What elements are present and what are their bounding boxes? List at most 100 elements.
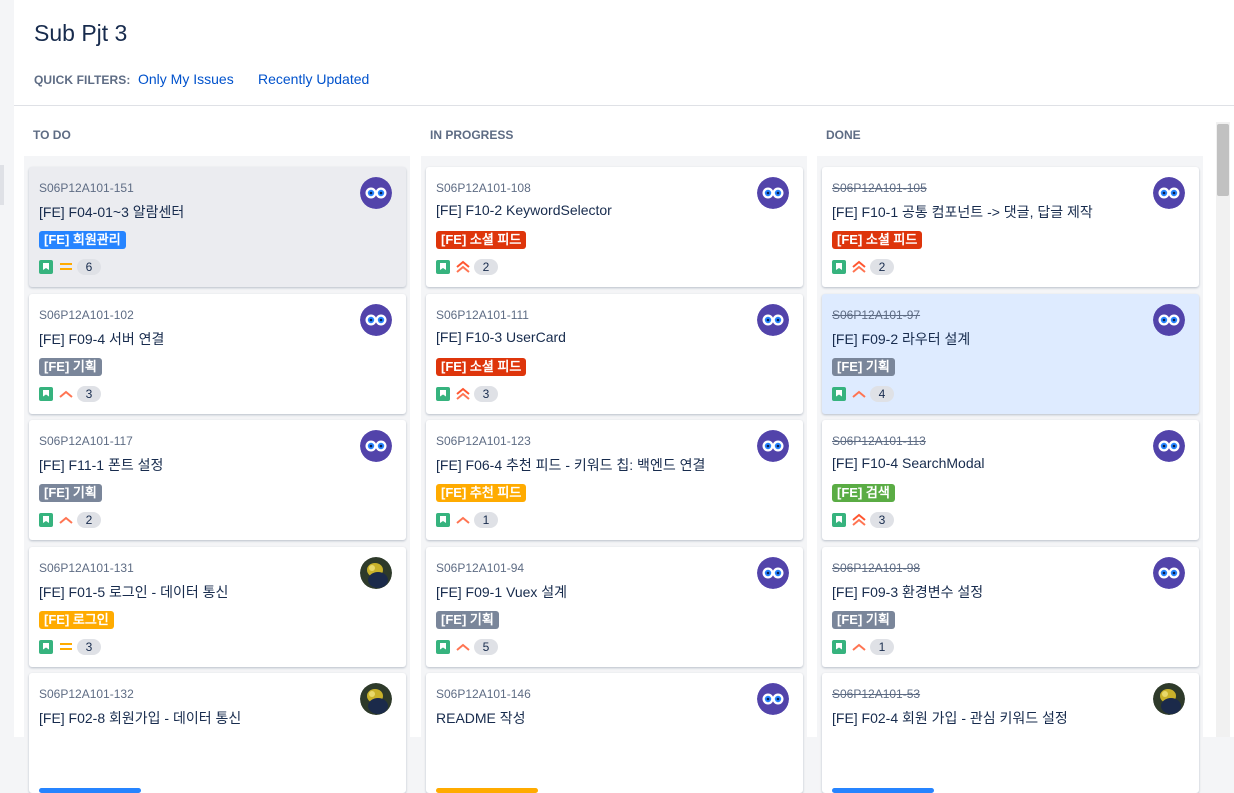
story-icon	[39, 260, 53, 274]
issue-summary: [FE] F04-01~3 알람센터	[39, 204, 185, 220]
owl-avatar-icon[interactable]	[360, 430, 392, 462]
column-title-in-progress: IN PROGRESS	[430, 128, 514, 142]
issue-card[interactable]: S06P12A101-132 [FE] F02-8 회원가입 - 데이터 통신	[29, 673, 406, 793]
story-icon	[39, 386, 53, 401]
scroll-thumb[interactable]	[1217, 124, 1229, 196]
priority-high-icon	[851, 386, 867, 402]
issue-card[interactable]: S06P12A101-98 [FE] F09-3 환경변수 설정 [FE] 기획 1	[822, 546, 1199, 667]
owl-avatar-icon[interactable]	[757, 683, 789, 715]
issue-key[interactable]: S06P12A101-113	[832, 434, 926, 448]
issue-card[interactable]: S06P12A101-97 [FE] F09-2 라우터 설계 [FE] 기획 4	[822, 293, 1199, 414]
issue-meta: 2	[436, 259, 498, 275]
column-done: S06P12A101-105 [FE] F10-1 공통 컴포넌트 -> 댓글, …	[817, 156, 1203, 793]
issue-meta: 1	[832, 638, 894, 655]
issue-summary: [FE] F01-5 로그인 - 데이터 통신	[39, 583, 229, 600]
owl-avatar-icon[interactable]	[757, 556, 789, 589]
issue-card[interactable]: S06P12A101-102 [FE] F09-4 서버 연결 [FE] 기획 3	[29, 293, 406, 414]
issue-key[interactable]: S06P12A101-94	[436, 561, 524, 575]
assignee-avatar[interactable]	[1153, 683, 1185, 715]
story-points-badge: 5	[474, 638, 498, 655]
owl-avatar-icon[interactable]	[360, 303, 392, 336]
issue-card[interactable]: S06P12A101-105 [FE] F10-1 공통 컴포넌트 -> 댓글, …	[822, 167, 1199, 287]
issue-summary: [FE] F10-2 KeywordSelector	[436, 202, 612, 218]
issue-summary: [FE] F09-3 환경변수 설정	[832, 583, 984, 600]
issue-summary: [FE] F11-1 폰트 설정	[39, 457, 164, 473]
owl-avatar-icon[interactable]	[360, 177, 392, 209]
filter-recently-updated[interactable]: Recently Updated	[258, 71, 369, 87]
issue-card[interactable]: S06P12A101-94 [FE] F09-1 Vuex 설계 [FE] 기획 5	[426, 546, 803, 667]
issue-meta: 6	[39, 259, 101, 275]
issue-key[interactable]: S06P12A101-111	[436, 308, 529, 322]
owl-avatar-icon[interactable]	[757, 303, 789, 336]
issue-key[interactable]: S06P12A101-97	[832, 308, 920, 322]
story-points-badge: 6	[77, 259, 101, 275]
issue-summary: [FE] F10-4 SearchModal	[832, 455, 985, 471]
assignee-avatar[interactable]	[360, 556, 392, 589]
page-title: Sub Pjt 3	[34, 20, 128, 46]
column-in-progress: S06P12A101-108 [FE] F10-2 KeywordSelector…	[421, 156, 807, 793]
issue-key[interactable]: S06P12A101-108	[436, 181, 531, 195]
issue-card[interactable]: S06P12A101-53 [FE] F02-4 회원 가입 - 관심 키워드 설…	[822, 673, 1199, 793]
issue-key[interactable]: S06P12A101-98	[832, 561, 920, 575]
issue-key[interactable]: S06P12A101-132	[39, 687, 134, 701]
vertical-scrollbar[interactable]	[1216, 122, 1230, 737]
assignee-avatar[interactable]	[360, 683, 392, 715]
owl-avatar-icon[interactable]	[757, 177, 789, 209]
story-points-badge: 3	[474, 385, 498, 402]
story-points-badge: 3	[77, 638, 101, 655]
issue-key[interactable]: S06P12A101-123	[436, 434, 531, 448]
priority-highest-icon	[851, 512, 867, 528]
story-icon	[39, 513, 53, 527]
story-icon	[436, 386, 450, 401]
issue-meta: 3	[39, 385, 101, 402]
issue-card[interactable]: S06P12A101-146 README 작성	[426, 673, 803, 793]
story-points-badge: 2	[77, 512, 101, 528]
epic-label: [FE] 기획	[832, 357, 895, 376]
priority-highest-icon	[851, 259, 867, 275]
issue-key[interactable]: S06P12A101-117	[39, 434, 133, 448]
issue-meta: 2	[832, 259, 894, 275]
quick-filters-label: QUICK FILTERS:	[34, 73, 131, 87]
column-title-todo: TO DO	[33, 128, 71, 142]
issue-meta: 5	[436, 638, 498, 655]
issue-card[interactable]: S06P12A101-111 [FE] F10-3 UserCard [FE] 소셜…	[426, 293, 803, 414]
issue-card[interactable]: S06P12A101-123 [FE] F06-4 추천 피드 - 키워드 칩: …	[426, 420, 803, 540]
epic-label: [FE] 소셜 피드	[436, 231, 527, 249]
owl-avatar-icon[interactable]	[757, 430, 789, 462]
priority-high-icon	[58, 512, 74, 528]
owl-avatar-icon[interactable]	[1153, 177, 1185, 209]
issue-meta: 1	[436, 512, 498, 528]
issue-key[interactable]: S06P12A101-102	[39, 308, 134, 322]
filter-only-my-issues[interactable]: Only My Issues	[138, 71, 234, 87]
epic-label: [FE] 소셜 피드	[832, 231, 923, 249]
issue-meta: 3	[436, 385, 498, 402]
story-icon	[436, 260, 450, 274]
issue-key[interactable]: S06P12A101-151	[39, 181, 134, 195]
issue-card[interactable]: S06P12A101-117 [FE] F11-1 폰트 설정 [FE] 기획 2	[29, 420, 406, 540]
story-icon	[832, 513, 846, 527]
issue-card[interactable]: S06P12A101-113 [FE] F10-4 SearchModal [FE]…	[822, 420, 1199, 540]
epic-label: [FE] 기획	[832, 610, 895, 629]
issue-card[interactable]: S06P12A101-108 [FE] F10-2 KeywordSelector…	[426, 167, 803, 287]
issue-card[interactable]: S06P12A101-131 [FE] F01-5 로그인 - 데이터 통신 [FE…	[29, 546, 406, 667]
issue-key[interactable]: S06P12A101-105	[832, 181, 927, 195]
story-icon	[832, 386, 846, 401]
issue-card[interactable]: S06P12A101-151 [FE] F04-01~3 알람센터 [FE] 회원관…	[29, 167, 406, 287]
issue-key[interactable]: S06P12A101-146	[436, 687, 531, 701]
issue-key[interactable]: S06P12A101-131	[39, 561, 134, 575]
issue-summary: [FE] F09-4 서버 연결	[39, 330, 165, 347]
owl-avatar-icon[interactable]	[1153, 430, 1185, 462]
owl-avatar-icon[interactable]	[1153, 556, 1185, 589]
story-icon	[436, 639, 450, 654]
epic-label: [FE] 기획	[39, 357, 102, 376]
story-points-badge: 1	[474, 512, 498, 528]
board: TO DO S06P12A101-151 [FE] F04-01~3 알람센터 [F…	[14, 106, 1234, 793]
board-header: Sub Pjt 3 QUICK FILTERS: Only My Issues …	[14, 0, 1234, 106]
issue-summary: [FE] F02-4 회원 가입 - 관심 키워드 설정	[832, 710, 1068, 726]
priority-high-icon	[455, 639, 471, 655]
owl-avatar-icon[interactable]	[1153, 303, 1185, 336]
epic-label: [FE] 소셜 피드	[436, 357, 527, 376]
issue-key[interactable]: S06P12A101-53	[832, 687, 920, 701]
issue-meta: 3	[39, 638, 101, 655]
epic-label	[832, 788, 934, 793]
